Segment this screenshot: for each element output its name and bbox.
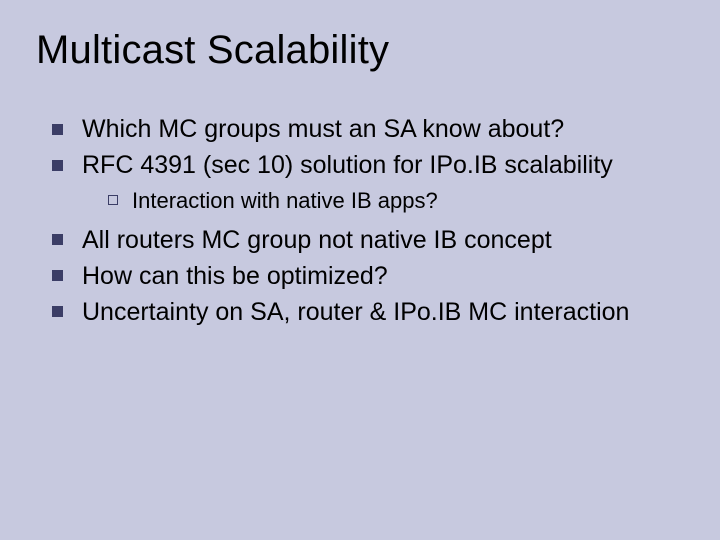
sub-bullet-list: Interaction with native IB apps?: [82, 187, 684, 216]
list-item: RFC 4391 (sec 10) solution for IPo.IB sc…: [52, 149, 684, 216]
slide-title: Multicast Scalability: [36, 28, 684, 73]
list-item: Uncertainty on SA, router & IPo.IB MC in…: [52, 296, 684, 328]
bullet-text: Which MC groups must an SA know about?: [82, 115, 564, 143]
slide: Multicast Scalability Which MC groups mu…: [0, 0, 720, 540]
bullet-text: Interaction with native IB apps?: [132, 188, 438, 213]
bullet-text: All routers MC group not native IB conce…: [82, 226, 552, 254]
bullet-list: Which MC groups must an SA know about? R…: [36, 113, 684, 328]
list-item: How can this be optimized?: [52, 260, 684, 292]
bullet-text: RFC 4391 (sec 10) solution for IPo.IB sc…: [82, 151, 613, 179]
bullet-text: Uncertainty on SA, router & IPo.IB MC in…: [82, 298, 629, 326]
list-item: All routers MC group not native IB conce…: [52, 224, 684, 256]
bullet-text: How can this be optimized?: [82, 262, 388, 290]
list-item: Which MC groups must an SA know about?: [52, 113, 684, 145]
list-item: Interaction with native IB apps?: [108, 187, 684, 216]
